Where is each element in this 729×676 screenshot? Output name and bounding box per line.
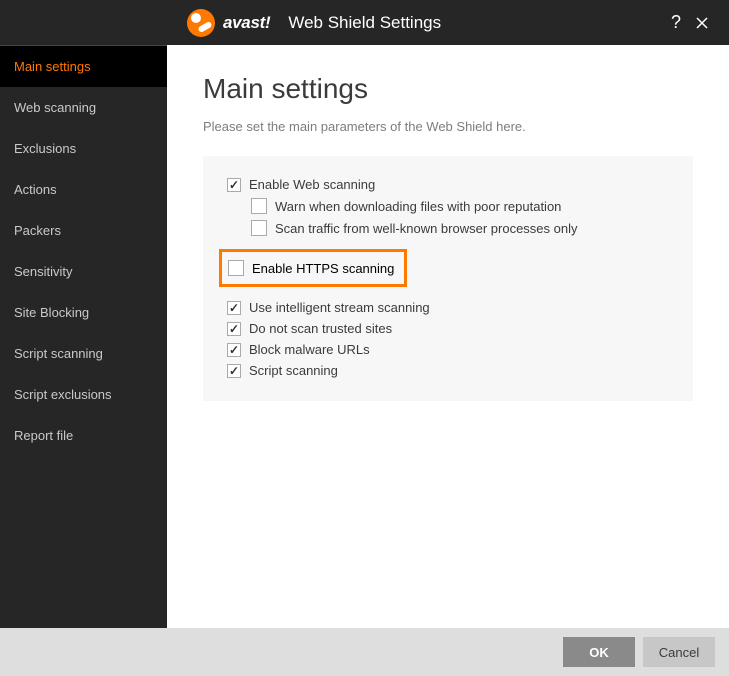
checkbox-icon[interactable] (227, 364, 241, 378)
option-enable-https-scanning-highlight: Enable HTTPS scanning (219, 249, 407, 287)
sidebar-item-script-scanning[interactable]: Script scanning (0, 333, 167, 374)
sidebar-item-exclusions[interactable]: Exclusions (0, 128, 167, 169)
window-title: Web Shield Settings (288, 13, 441, 33)
option-intelligent-stream[interactable]: Use intelligent stream scanning (227, 297, 669, 318)
checkbox-icon[interactable] (228, 260, 244, 276)
cancel-button[interactable]: Cancel (643, 637, 715, 667)
checkbox-icon[interactable] (227, 178, 241, 192)
titlebar: avast! Web Shield Settings ? (0, 0, 729, 45)
option-label: Warn when downloading files with poor re… (275, 199, 561, 214)
sidebar-item-main-settings[interactable]: Main settings (0, 45, 167, 87)
option-block-malware-urls[interactable]: Block malware URLs (227, 339, 669, 360)
titlebar-sidebar-spacer (0, 0, 167, 45)
help-icon[interactable]: ? (663, 10, 689, 36)
ok-button[interactable]: OK (563, 637, 635, 667)
avast-logo-icon (187, 9, 215, 37)
checkbox-icon[interactable] (227, 301, 241, 315)
logo-wrap: avast! Web Shield Settings (187, 9, 441, 37)
option-scan-known-browser[interactable]: Scan traffic from well-known browser pro… (227, 217, 669, 239)
footer: OK Cancel (0, 628, 729, 676)
page-title: Main settings (203, 73, 693, 105)
page-description: Please set the main parameters of the We… (203, 119, 693, 134)
sidebar-item-packers[interactable]: Packers (0, 210, 167, 251)
option-warn-poor-reputation[interactable]: Warn when downloading files with poor re… (227, 195, 669, 217)
option-label: Block malware URLs (249, 342, 370, 357)
sidebar-item-site-blocking[interactable]: Site Blocking (0, 292, 167, 333)
option-label: Enable HTTPS scanning (252, 261, 394, 276)
content-area: Main settings Please set the main parame… (167, 45, 729, 628)
sidebar-item-web-scanning[interactable]: Web scanning (0, 87, 167, 128)
checkbox-icon[interactable] (251, 220, 267, 236)
option-label: Script scanning (249, 363, 338, 378)
option-enable-web-scanning[interactable]: Enable Web scanning (227, 174, 669, 195)
option-label: Do not scan trusted sites (249, 321, 392, 336)
settings-panel: Enable Web scanning Warn when downloadin… (203, 156, 693, 401)
option-script-scanning[interactable]: Script scanning (227, 360, 669, 381)
option-label: Scan traffic from well-known browser pro… (275, 221, 578, 236)
sidebar-item-report-file[interactable]: Report file (0, 415, 167, 456)
checkbox-icon[interactable] (227, 322, 241, 336)
checkbox-icon[interactable] (251, 198, 267, 214)
option-label: Enable Web scanning (249, 177, 375, 192)
sidebar-item-actions[interactable]: Actions (0, 169, 167, 210)
checkbox-icon[interactable] (227, 343, 241, 357)
close-icon[interactable] (689, 10, 715, 36)
sidebar-item-script-exclusions[interactable]: Script exclusions (0, 374, 167, 415)
sidebar-item-sensitivity[interactable]: Sensitivity (0, 251, 167, 292)
option-label: Use intelligent stream scanning (249, 300, 430, 315)
brand-text: avast! (223, 13, 270, 33)
option-do-not-scan-trusted[interactable]: Do not scan trusted sites (227, 318, 669, 339)
sidebar: Main settings Web scanning Exclusions Ac… (0, 45, 167, 628)
